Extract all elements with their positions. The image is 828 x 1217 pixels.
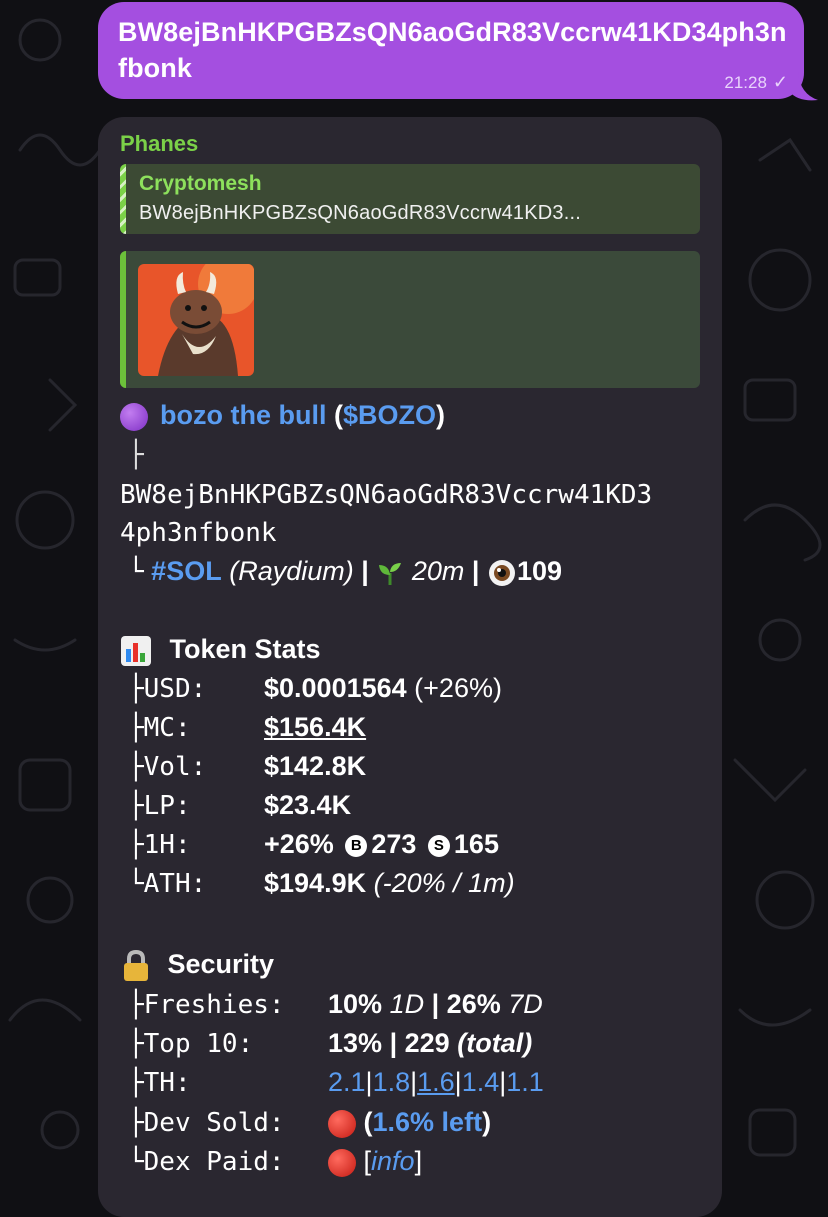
- buy-circle-icon: B: [345, 834, 368, 857]
- token-header: bozo the bull ($BOZO): [120, 397, 445, 433]
- tree-branch-end: └: [128, 557, 144, 587]
- security-heading: Security: [167, 949, 275, 979]
- sender-name[interactable]: Phanes: [120, 131, 198, 157]
- token-stats-title: Token Stats: [120, 631, 321, 667]
- stat-row-vol: ├Vol: $142.8K: [128, 748, 366, 785]
- lock-icon: [124, 949, 148, 981]
- preview-accent-bar: [120, 251, 126, 388]
- ath-note: (-20% / 1m): [373, 868, 515, 898]
- token-image[interactable]: [138, 264, 254, 376]
- top10-pct: 13%: [328, 1028, 383, 1058]
- outgoing-bubble-tail: [790, 72, 818, 101]
- token-age: 20m: [411, 556, 465, 586]
- buy-count: 273: [371, 829, 417, 859]
- devsold-label: ├Dev Sold:: [128, 1108, 285, 1138]
- outgoing-message-text: BW8ejBnHKPGBZsQN6aoGdR83Vccrw41KD34ph3nf…: [118, 17, 787, 83]
- security-row-th: ├TH: 2.1|1.8|1.6|1.4|1.1: [128, 1064, 544, 1101]
- freshies-7d-value: 26%: [446, 989, 501, 1019]
- sent-check-icon: ✓: [772, 72, 788, 92]
- message-meta: 21:28 ✓: [724, 72, 788, 93]
- reply-accent-bar: [120, 164, 126, 234]
- contract-address-line1[interactable]: BW8ejBnHKPGBZsQN6aoGdR83Vccrw41KD3: [120, 477, 652, 513]
- freshies-label: ├Freshies:: [128, 990, 285, 1020]
- dexpaid-info-link[interactable]: info: [371, 1146, 415, 1176]
- vol-value: $142.8K: [264, 751, 367, 781]
- security-row-devsold: ├Dev Sold: (1.6% left): [128, 1104, 491, 1141]
- lp-label: ├LP:: [128, 791, 191, 821]
- th-link-3[interactable]: 1.6: [417, 1067, 455, 1097]
- mc-label: ├MC:: [128, 713, 191, 743]
- freshies-7d-unit: 7D: [508, 989, 543, 1019]
- usd-value: $0.0001564: [264, 673, 407, 703]
- chain-hashtag[interactable]: #SOL: [151, 556, 222, 586]
- dex-name: (Raydium): [229, 556, 354, 586]
- token-name-link[interactable]: bozo the bull: [160, 400, 326, 430]
- stat-row-usd: ├USD: $0.0001564 (+26%): [128, 670, 502, 707]
- vol-label: ├Vol:: [128, 752, 207, 782]
- reply-quote[interactable]: Cryptomesh BW8ejBnHKPGBZsQN6aoGdR83Vccrw…: [120, 164, 700, 234]
- token-ticker-link[interactable]: $BOZO: [343, 400, 436, 430]
- th-link-4[interactable]: 1.4: [462, 1067, 500, 1097]
- th-link-2[interactable]: 1.8: [373, 1067, 411, 1097]
- purple-circle-icon: [120, 402, 148, 431]
- link-preview[interactable]: [120, 251, 700, 388]
- th-link-1[interactable]: 2.1: [328, 1067, 366, 1097]
- token-stats-heading: Token Stats: [169, 634, 321, 664]
- top10-total-label: (total): [457, 1028, 533, 1058]
- red-circle-icon: [328, 1148, 356, 1177]
- stat-row-mc: ├MC: $156.4K: [128, 709, 366, 746]
- freshies-1d-value: 10%: [328, 989, 383, 1019]
- contract-address-line2[interactable]: 4ph3nfbonk: [120, 515, 277, 551]
- incoming-message-bubble[interactable]: Phanes Cryptomesh BW8ejBnHKPGBZsQN6aoGdR…: [98, 117, 722, 1217]
- th-label: ├TH:: [128, 1068, 191, 1098]
- stat-row-ath: └ATH: $194.9K (-20% / 1m): [128, 865, 515, 902]
- bar-chart-icon: [121, 635, 151, 666]
- freshies-1d-unit: 1D: [389, 989, 425, 1019]
- sell-circle-icon: S: [427, 834, 450, 857]
- security-row-freshies: ├Freshies: 10% 1D | 26% 7D: [128, 986, 543, 1023]
- h1-change: +26%: [264, 829, 334, 859]
- ath-label: └ATH:: [128, 869, 207, 899]
- th-link-5[interactable]: 1.1: [506, 1067, 544, 1097]
- tree-branch-top: ├: [128, 440, 144, 470]
- reply-author: Cryptomesh: [139, 172, 262, 195]
- dexpaid-label: └Dex Paid:: [128, 1147, 285, 1177]
- security-row-top10: ├Top 10: 13% | 229 (total): [128, 1025, 532, 1062]
- ath-value: $194.9K: [264, 868, 367, 898]
- security-title: Security: [120, 946, 274, 983]
- top10-total: 229: [404, 1028, 450, 1058]
- message-time: 21:28: [724, 73, 767, 92]
- sell-count: 165: [453, 829, 499, 859]
- security-row-dexpaid: └Dex Paid: [info]: [128, 1143, 422, 1180]
- eye-icon: [488, 559, 515, 586]
- mc-value-link[interactable]: $156.4K: [264, 712, 366, 742]
- reply-text: BW8ejBnHKPGBZsQN6aoGdR83Vccrw41KD3...: [139, 202, 582, 224]
- h1-label: ├1H:: [128, 830, 191, 860]
- lp-value: $23.4K: [264, 790, 352, 820]
- red-circle-icon: [328, 1109, 356, 1138]
- bull-mascot-image: [138, 264, 254, 376]
- chain-info-row: └ #SOL (Raydium) | 20m | 109: [128, 556, 563, 587]
- usd-change: (+26%): [414, 673, 502, 703]
- stat-row-lp: ├LP: $23.4K: [128, 787, 351, 824]
- devsold-value-link[interactable]: 1.6% left: [373, 1107, 483, 1137]
- usd-label: ├USD:: [128, 674, 207, 704]
- seedling-icon: [379, 562, 402, 585]
- top10-label: ├Top 10:: [128, 1029, 254, 1059]
- view-count: 109: [516, 556, 563, 586]
- outgoing-message-bubble[interactable]: BW8ejBnHKPGBZsQN6aoGdR83Vccrw41KD34ph3nf…: [98, 2, 804, 99]
- stat-row-1h: ├1H: +26% B 273 S 165: [128, 826, 499, 863]
